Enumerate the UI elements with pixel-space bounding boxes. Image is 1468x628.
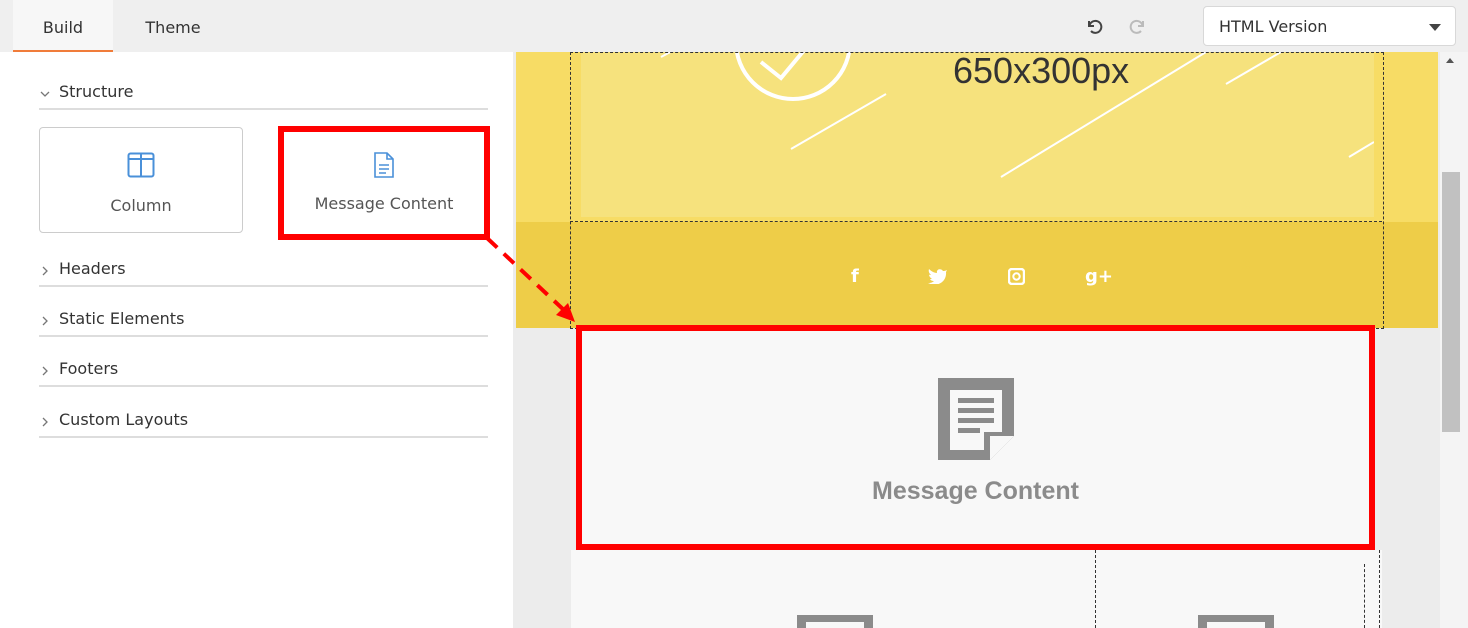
column-layout-icon <box>127 152 155 178</box>
block-label: Message Content <box>872 477 1079 505</box>
section-label: Footers <box>59 359 119 378</box>
column-divider <box>1095 550 1096 628</box>
structure-item-message-content[interactable]: Message Content <box>278 126 490 240</box>
section-footers[interactable]: Footers <box>39 359 488 387</box>
top-toolbar: Build Theme HTML Version <box>0 0 1468 52</box>
tab-build[interactable]: Build <box>13 0 113 52</box>
section-label: Headers <box>59 259 126 278</box>
structure-item-column[interactable]: Column <box>39 127 243 233</box>
tab-theme[interactable]: Theme <box>123 0 223 52</box>
section-label: Custom Layouts <box>59 410 189 429</box>
column-divider <box>1379 550 1380 628</box>
email-canvas: 650x300px f g+ Message Content <box>513 52 1440 628</box>
sidebar: Structure Column Message Content Headers… <box>13 52 513 628</box>
section-label: Structure <box>59 82 134 101</box>
scrollbar-thumb[interactable] <box>1442 172 1460 432</box>
chevron-down-icon <box>1429 24 1441 31</box>
document-icon <box>797 615 873 628</box>
chevron-right-icon <box>42 316 48 326</box>
lower-content-row[interactable] <box>571 550 1382 628</box>
section-custom-layouts[interactable]: Custom Layouts <box>39 410 488 438</box>
column-divider <box>1364 564 1365 628</box>
section-structure[interactable]: Structure <box>39 82 488 110</box>
selected-row-outline <box>570 52 1384 329</box>
undo-icon[interactable] <box>1082 14 1106 38</box>
chevron-right-icon <box>42 417 48 427</box>
section-static-elements[interactable]: Static Elements <box>39 309 488 337</box>
scroll-up-arrow-icon[interactable] <box>1446 58 1454 63</box>
chevron-right-icon <box>42 366 48 376</box>
structure-item-label: Column <box>110 196 172 215</box>
document-icon <box>938 378 1014 460</box>
structure-item-label: Message Content <box>314 194 454 213</box>
row-divider <box>570 221 1382 222</box>
canvas-scrollbar[interactable] <box>1440 52 1468 628</box>
section-label: Static Elements <box>59 309 185 328</box>
version-select[interactable]: HTML Version <box>1203 6 1456 46</box>
dropped-message-content-block[interactable]: Message Content <box>576 325 1375 550</box>
section-headers[interactable]: Headers <box>39 259 488 287</box>
document-icon <box>1198 615 1274 628</box>
document-icon <box>374 152 394 178</box>
chevron-right-icon <box>42 266 48 276</box>
version-select-value: HTML Version <box>1219 17 1328 36</box>
redo-icon[interactable] <box>1126 14 1150 38</box>
chevron-down-icon <box>40 91 50 97</box>
